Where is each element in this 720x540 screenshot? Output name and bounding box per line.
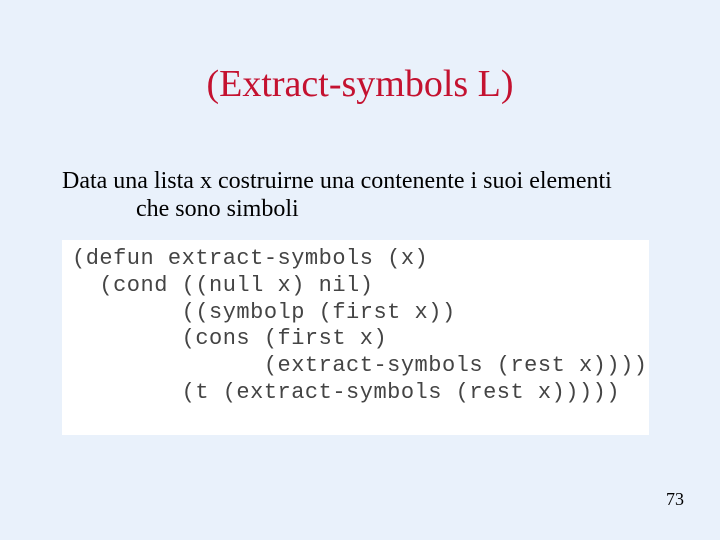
slide-description: Data una lista x costruirne una contenen… [62, 168, 652, 223]
code-line-1: (defun extract-symbols (x) [72, 246, 639, 273]
code-line-3: ((symbolp (first x)) [72, 300, 639, 327]
slide: (Extract-symbols L) Data una lista x cos… [0, 0, 720, 540]
code-block: (defun extract-symbols (x) (cond ((null … [62, 240, 649, 435]
description-line-1: Data una lista x costruirne una contenen… [62, 168, 652, 196]
code-line-6: (t (extract-symbols (rest x))))) [72, 380, 639, 407]
description-line-2: che sono simboli [62, 196, 652, 224]
slide-title: (Extract-symbols L) [0, 62, 720, 106]
code-line-2: (cond ((null x) nil) [72, 273, 639, 300]
code-line-4: (cons (first x) [72, 326, 639, 353]
page-number: 73 [666, 489, 684, 510]
code-line-5: (extract-symbols (rest x)))) [72, 353, 639, 380]
